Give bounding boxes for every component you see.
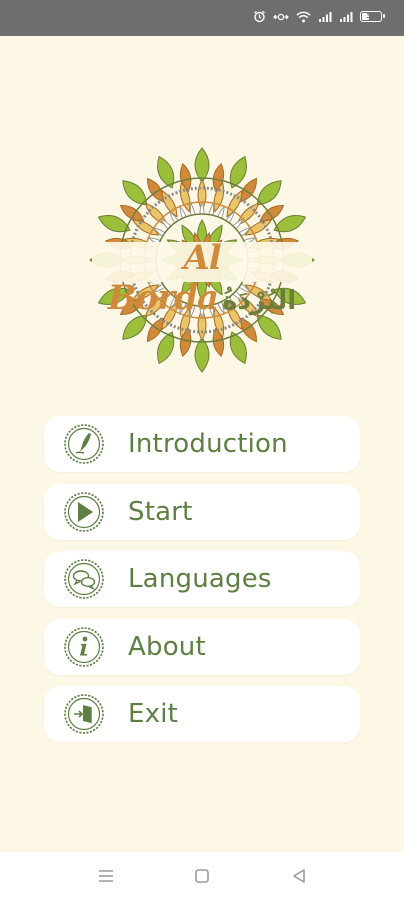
signal-icon [340,11,353,22]
back-triangle-icon[interactable] [289,866,309,886]
logo-title: Al Borda البُرْدَةُ [88,238,316,318]
quill-icon [64,424,104,464]
about-label: About [128,631,206,662]
introduction-button[interactable]: Introduction [44,416,360,472]
play-icon [64,491,104,532]
exit-door-icon [64,694,104,734]
system-nav-bar [0,852,404,900]
home-square-icon[interactable] [192,866,212,886]
signal-icon [319,11,332,22]
languages-button[interactable]: Languages [44,551,360,607]
languages-label: Languages [128,564,272,594]
start-label: Start [128,496,193,527]
logo-arabic-text: البُرْدَةُ [221,286,297,316]
main-menu: Introduction Start Languages About Exit [44,416,360,754]
chat-bubbles-icon [64,559,104,599]
data-transfer-icon [273,13,289,20]
info-icon [64,626,104,667]
status-bar: 35 [0,0,404,36]
app-logo: Al Borda البُرْدَةُ [88,146,316,374]
introduction-label: Introduction [128,429,288,459]
battery-level: 35 [366,12,376,20]
menu-icon[interactable] [96,866,116,886]
logo-latin-text: Al Borda [107,238,222,318]
wifi-icon [296,11,311,22]
alarm-icon [254,10,265,23]
exit-button[interactable]: Exit [44,686,360,742]
start-button[interactable]: Start [44,483,360,540]
battery-icon: 35 [360,11,385,22]
exit-label: Exit [128,699,179,729]
about-button[interactable]: About [44,618,360,675]
status-icons: 35 [253,10,385,23]
